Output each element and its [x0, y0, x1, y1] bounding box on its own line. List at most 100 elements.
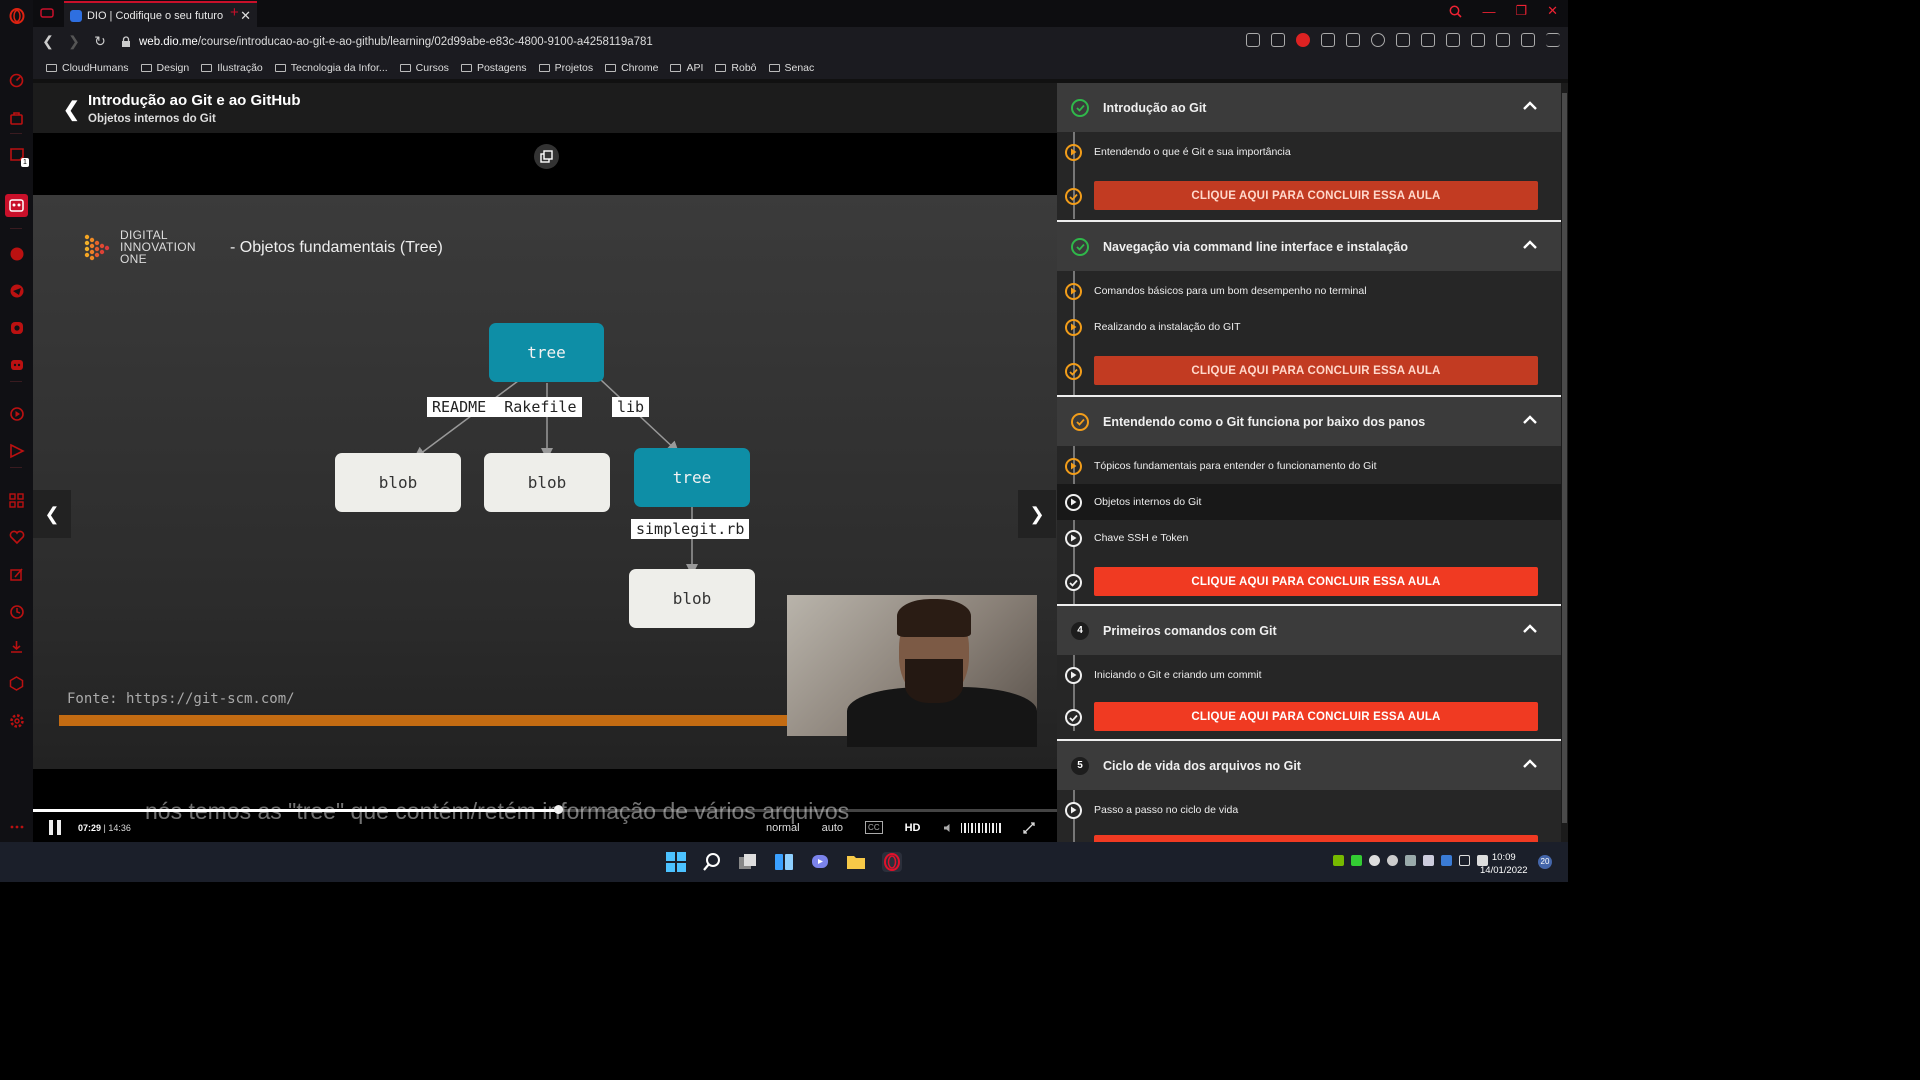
volume-icon[interactable] [943, 822, 1001, 833]
bookmark-folder[interactable]: Robô [715, 62, 757, 74]
heart-icon[interactable] [1346, 33, 1360, 47]
complete-lesson-button-partial[interactable] [1094, 835, 1538, 842]
player-icon[interactable] [7, 404, 26, 423]
collapse-chevron-icon[interactable] [1523, 415, 1537, 424]
pause-button[interactable] [49, 820, 63, 835]
heart-icon[interactable] [7, 528, 26, 547]
downloads-icon[interactable] [7, 637, 26, 656]
complete-lesson-button[interactable]: CLIQUE AQUI PARA CONCLUIR ESSA AULA [1094, 567, 1538, 596]
tab-close-icon[interactable]: ✕ [240, 8, 251, 24]
workspaces-icon[interactable] [7, 491, 26, 510]
lesson-item[interactable]: Entendendo o que é Git e sua importância [1057, 134, 1561, 170]
shield-tray-icon[interactable] [1351, 855, 1362, 866]
captions-button[interactable]: CC [865, 821, 883, 834]
tab-dio[interactable]: DIO | Codifique o seu futuro ✕ [64, 1, 257, 28]
opera-logo-icon[interactable] [7, 6, 26, 25]
url-field[interactable]: web.dio.me/course/introducao-ao-git-e-ao… [139, 36, 653, 48]
previous-lesson-button[interactable]: ❮ [33, 490, 71, 538]
hd-button[interactable]: HD [905, 822, 921, 834]
restore-icon[interactable]: ❐ [1515, 3, 1527, 19]
steam-tray-icon[interactable] [1423, 855, 1434, 866]
bookmark-folder[interactable]: Cursos [399, 62, 449, 74]
whatsapp-icon[interactable] [7, 244, 26, 263]
task-view-icon[interactable] [738, 852, 758, 872]
notification-badge[interactable]: 20 [1538, 855, 1552, 869]
bookmark-folder[interactable]: Design [140, 62, 189, 74]
bookmark-icon[interactable] [1396, 33, 1410, 47]
cloud-tray-icon[interactable] [1369, 855, 1380, 866]
quality-mode-button[interactable]: auto [822, 822, 843, 834]
more-options-icon[interactable] [7, 817, 26, 836]
onedrive-tray-icon[interactable] [1387, 855, 1398, 866]
next-lesson-button[interactable]: ❯ [1018, 490, 1056, 538]
send-icon[interactable] [1321, 33, 1335, 47]
lesson-item[interactable]: Iniciando o Git e criando um commit [1057, 657, 1561, 693]
download-icon[interactable] [1521, 33, 1535, 47]
bookmark-folder[interactable]: Chrome [605, 62, 658, 74]
module-header[interactable]: Navegação via command line interface e i… [1057, 222, 1561, 271]
bookmark-folder[interactable]: Tecnologia da Infor... [274, 62, 388, 74]
lesson-item[interactable]: Passo a passo no ciclo de vida [1057, 792, 1561, 828]
teams-chat-icon[interactable] [810, 852, 830, 872]
bookmark-folder[interactable]: Postagens [460, 62, 527, 74]
close-window-icon[interactable]: ✕ [1547, 3, 1558, 19]
fullscreen-icon[interactable] [1022, 821, 1035, 834]
start-icon[interactable] [666, 852, 686, 872]
collapse-chevron-icon[interactable] [1523, 101, 1537, 110]
complete-lesson-button[interactable]: CLIQUE AQUI PARA CONCLUIR ESSA AULA [1094, 181, 1538, 210]
settings-icon[interactable] [1371, 33, 1385, 47]
back-icon[interactable]: ❮ [35, 33, 61, 50]
menu-icon[interactable] [1546, 33, 1560, 47]
edit-icon[interactable] [7, 565, 26, 584]
complete-lesson-button[interactable]: CLIQUE AQUI PARA CONCLUIR ESSA AULA [1094, 356, 1538, 385]
extensions-icon[interactable] [7, 674, 26, 693]
instagram-icon[interactable] [7, 318, 26, 337]
widgets-icon[interactable] [774, 852, 794, 872]
lesson-item-active[interactable]: Objetos internos do Git [1057, 484, 1561, 520]
module-header[interactable]: Entendendo como o Git funciona por baixo… [1057, 397, 1561, 446]
network-icon[interactable] [1459, 855, 1470, 866]
adblock-icon[interactable] [1296, 33, 1310, 47]
bookmark-folder[interactable]: CloudHumans [46, 62, 129, 74]
bookmark-folder[interactable]: API [670, 62, 703, 74]
history-icon[interactable] [7, 602, 26, 621]
opera-gx-taskbar-icon[interactable] [882, 852, 902, 872]
search-icon[interactable] [702, 852, 722, 872]
module-header[interactable]: 5 Ciclo de vida dos arquivos no Git [1057, 741, 1561, 790]
snapshot-icon[interactable] [1271, 33, 1285, 47]
back-to-course-icon[interactable]: ❮ [63, 97, 80, 122]
taskbar-clock[interactable]: 10:09 14/01/2022 [1480, 851, 1528, 877]
speed-dial-icon[interactable] [7, 71, 26, 90]
collapse-chevron-icon[interactable] [1523, 240, 1537, 249]
headset-tray-icon[interactable] [1405, 855, 1416, 866]
bookmark-folder[interactable]: Ilustração [201, 62, 263, 74]
extension-icon[interactable] [1446, 33, 1460, 47]
shopping-bag-icon[interactable] [7, 108, 26, 127]
wallet-icon[interactable] [1471, 33, 1485, 47]
lesson-item[interactable]: Realizando a instalação do GIT [1057, 309, 1561, 345]
scrollbar-thumb[interactable] [1562, 93, 1567, 823]
gx-control-icon[interactable] [5, 194, 28, 217]
reload-icon[interactable]: ↻ [87, 33, 113, 50]
settings-gear-icon[interactable] [7, 711, 26, 730]
new-tab-icon[interactable]: + [230, 4, 239, 21]
lock-icon[interactable] [121, 35, 131, 48]
forward-icon[interactable]: ❯ [61, 33, 87, 50]
lesson-item[interactable]: Chave SSH e Token [1057, 520, 1561, 556]
file-explorer-icon[interactable] [846, 852, 866, 872]
picture-in-picture-icon[interactable] [534, 144, 559, 169]
edit-page-icon[interactable] [1246, 33, 1260, 47]
complete-lesson-button[interactable]: CLIQUE AQUI PARA CONCLUIR ESSA AULA [1094, 702, 1538, 731]
lesson-item[interactable]: Comandos básicos para um bom desempenho … [1057, 273, 1561, 309]
lock-icon[interactable] [1421, 33, 1435, 47]
collapse-chevron-icon[interactable] [1523, 624, 1537, 633]
module-header[interactable]: Introdução ao Git [1057, 83, 1561, 132]
discord-icon[interactable] [7, 355, 26, 374]
lesson-item[interactable]: Tópicos fundamentais para entender o fun… [1057, 448, 1561, 484]
telegram-icon[interactable] [7, 281, 26, 300]
tab-menu-icon[interactable] [40, 7, 54, 19]
cube-icon[interactable] [1496, 33, 1510, 47]
nvidia-tray-icon[interactable] [1333, 855, 1344, 866]
video-player[interactable]: DIGITAL INNOVATION ONE - Objetos fundame… [33, 133, 1057, 842]
speed-button[interactable]: normal [766, 822, 800, 834]
